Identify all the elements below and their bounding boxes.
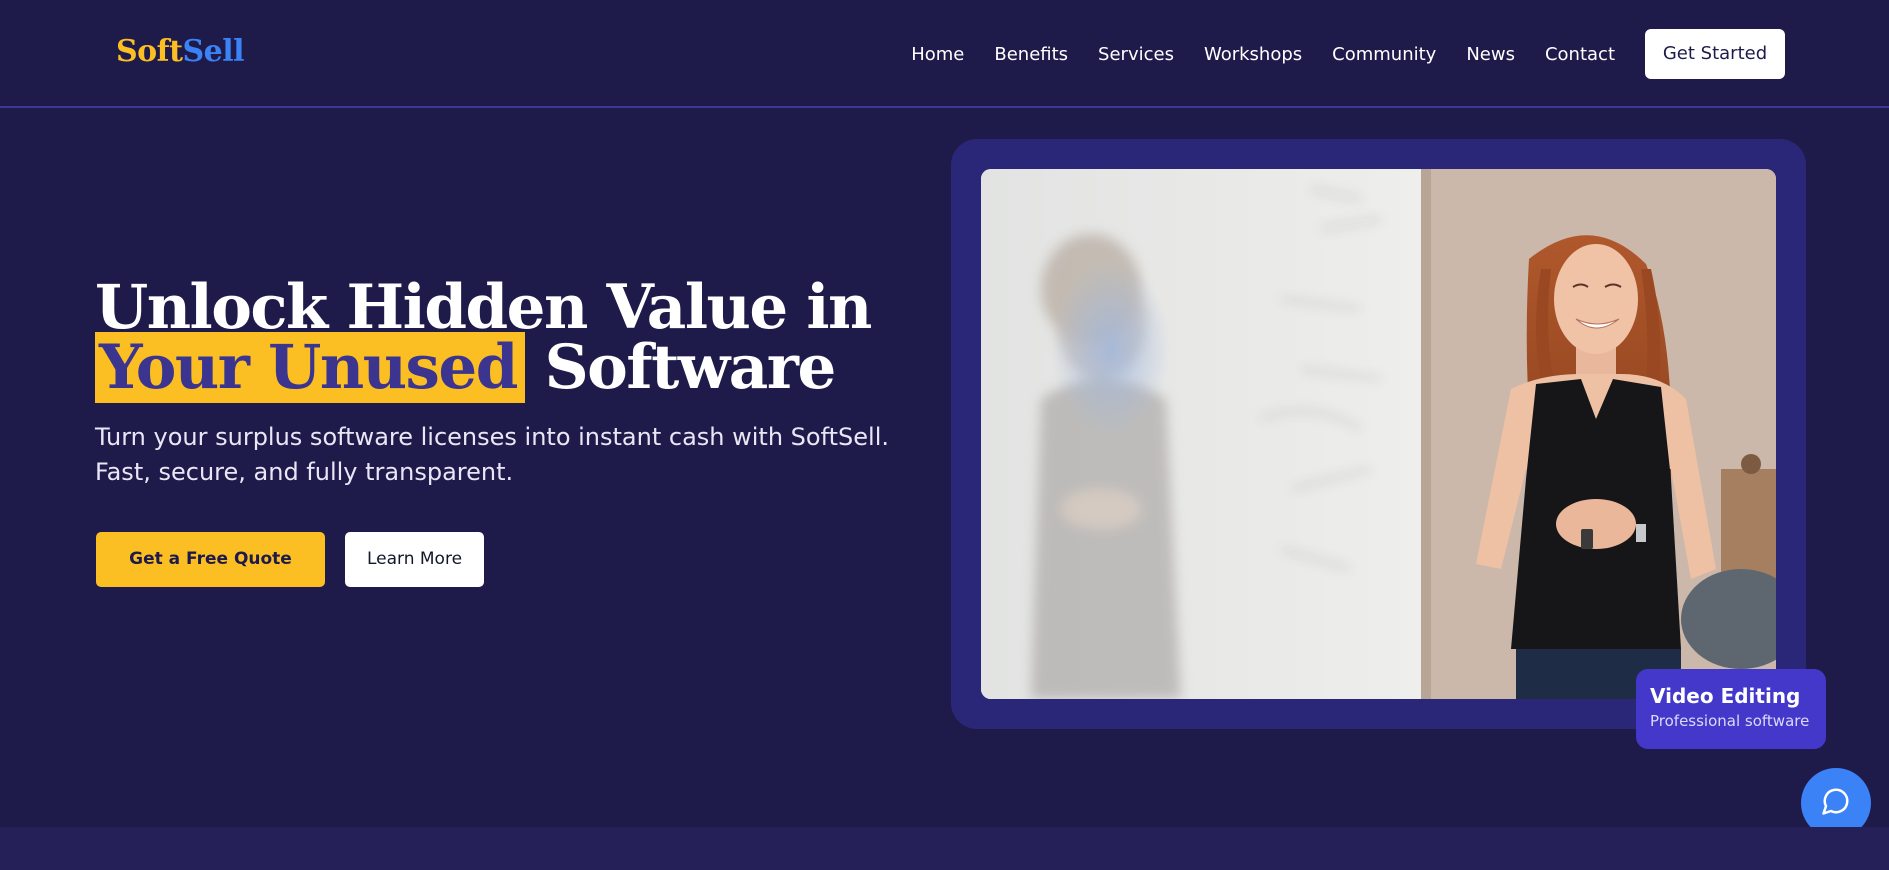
hero-subtitle: Turn your surplus software licenses into… [95, 423, 890, 486]
main-nav: Home Benefits Services Workshops Communi… [911, 0, 1889, 108]
logo-soft-text: Soft [116, 34, 183, 69]
get-free-quote-button[interactable]: Get a Free Quote [96, 532, 325, 587]
nav-home-link[interactable]: Home [911, 44, 964, 65]
hero-title-highlight: Your Unused [95, 332, 525, 403]
nav-contact-link[interactable]: Contact [1545, 44, 1615, 65]
site-header: SoftSell Home Benefits Services Workshop… [0, 0, 1889, 108]
hero-image [981, 169, 1776, 699]
logo-sell-text: Sell [182, 34, 244, 69]
badge-title: Video Editing [1650, 684, 1801, 708]
nav-community-link[interactable]: Community [1332, 44, 1436, 65]
chat-bubble-icon [1821, 786, 1851, 820]
nav-workshops-link[interactable]: Workshops [1204, 44, 1302, 65]
softsell-logo[interactable]: SoftSell [116, 34, 244, 69]
nav-services-link[interactable]: Services [1098, 44, 1174, 65]
hero-title-line1: Unlock Hidden Value in [95, 272, 872, 343]
hero-title-line2-rest: Software [544, 332, 837, 403]
next-section-strip [0, 827, 1889, 870]
get-started-button[interactable]: Get Started [1645, 29, 1785, 79]
hero-title-line2: Your Unused Software [95, 332, 915, 403]
hero-title: Unlock Hidden Value in Your Unused Softw… [95, 272, 915, 403]
nav-benefits-link[interactable]: Benefits [994, 44, 1068, 65]
video-editing-badge: Video Editing Professional software [1636, 669, 1826, 749]
learn-more-button[interactable]: Learn More [345, 532, 484, 587]
badge-subtitle: Professional software [1650, 712, 1810, 730]
nav-news-link[interactable]: News [1466, 44, 1515, 65]
